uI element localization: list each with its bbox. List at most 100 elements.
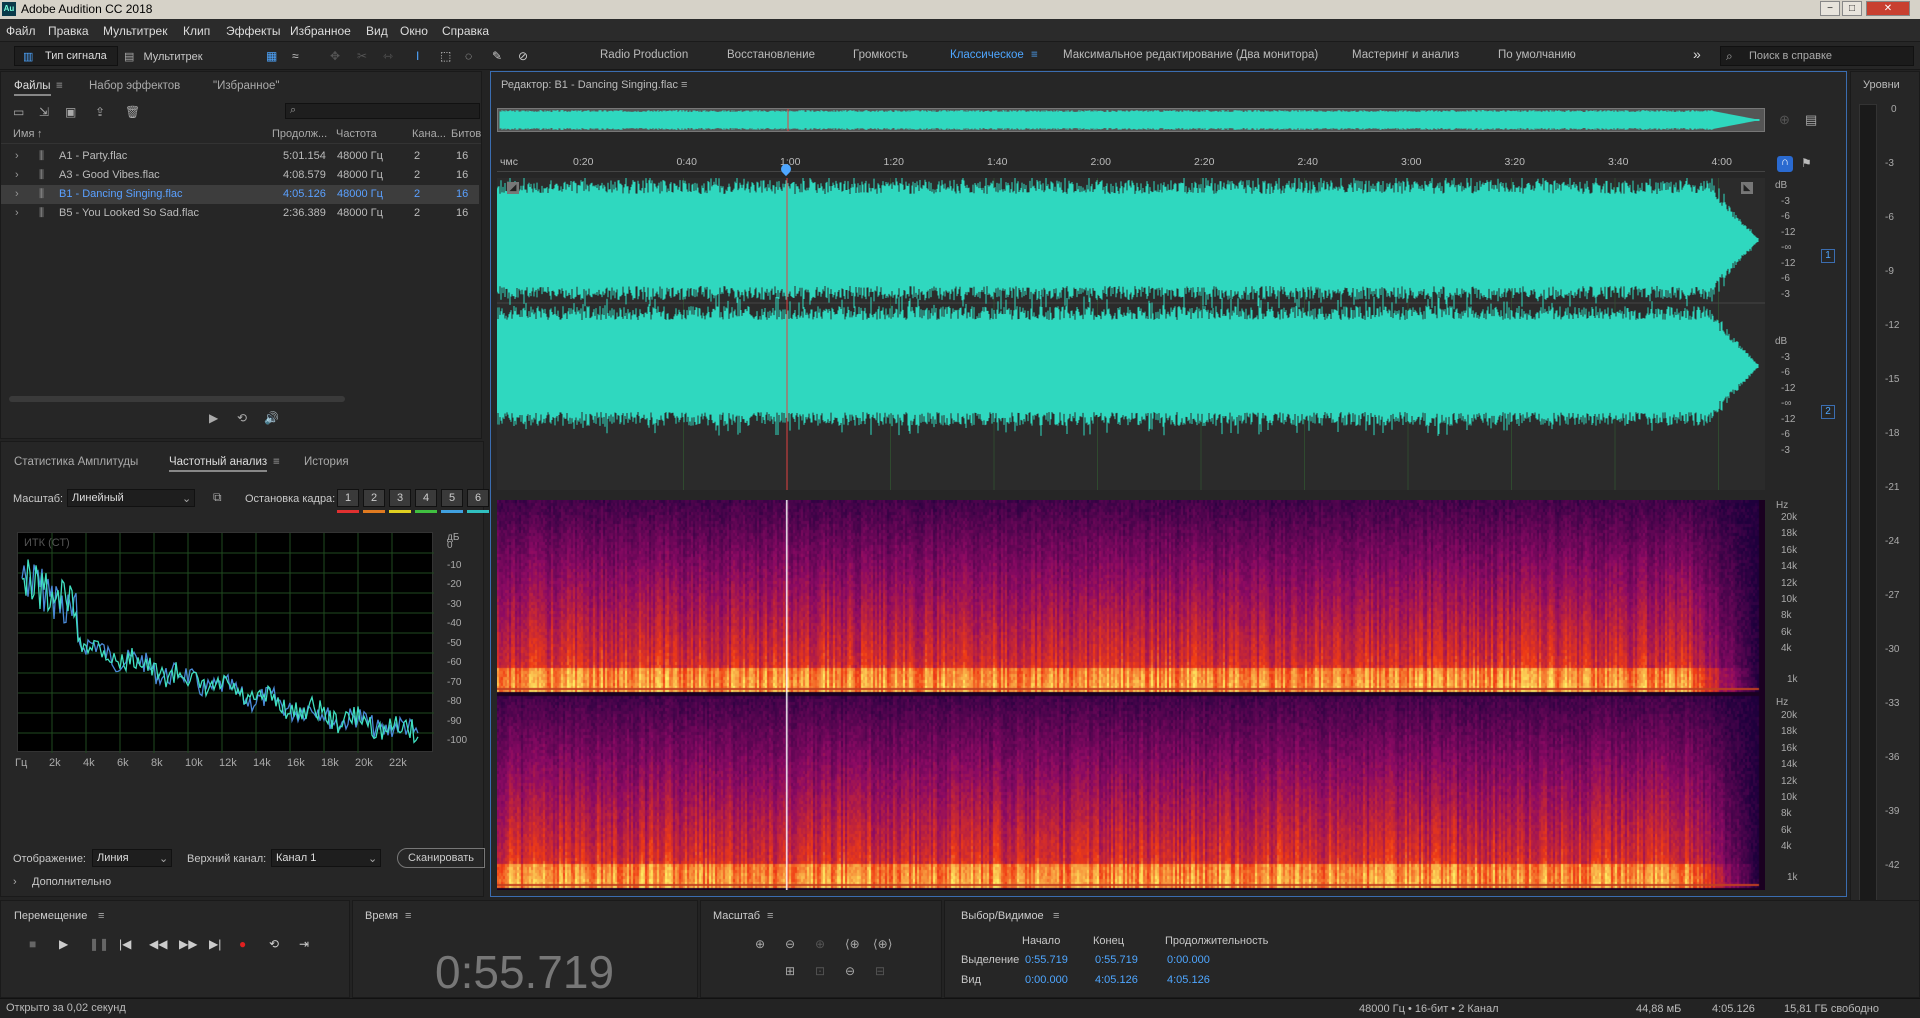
spectral-display[interactable]: [497, 500, 1765, 890]
delete-icon[interactable]: 🗑: [125, 105, 140, 119]
zoom-out-full-icon[interactable]: ⊖: [845, 964, 855, 978]
channel-1-toggle[interactable]: 1: [1821, 249, 1835, 263]
slip-tool-icon[interactable]: ⇿: [383, 49, 393, 63]
menu-edit[interactable]: Правка: [48, 24, 89, 38]
go-to-start-button[interactable]: |◀: [119, 937, 131, 951]
freeze-frame-button-4[interactable]: 4: [415, 489, 437, 507]
waveform-display[interactable]: ◢ ◣: [497, 178, 1765, 490]
tab-effects-presets[interactable]: Набор эффектов: [89, 80, 180, 92]
spectral-display-icon[interactable]: ▦: [266, 49, 277, 63]
chevron-right-icon[interactable]: ›: [13, 876, 17, 888]
workspace-classic[interactable]: Классическое: [950, 49, 1024, 61]
menu-clip[interactable]: Клип: [183, 24, 210, 38]
close-button[interactable]: ✕: [1866, 1, 1910, 16]
selection-end[interactable]: 0:55.719: [1095, 954, 1138, 966]
time-display[interactable]: 0:55.719: [435, 945, 614, 999]
more-workspaces-button[interactable]: »: [1693, 46, 1701, 62]
chevron-right-icon[interactable]: ›: [15, 169, 19, 181]
pin-icon[interactable]: ⚑: [1801, 156, 1812, 170]
zoom-in-right-icon[interactable]: ⟨⊕⟩: [873, 937, 892, 951]
skip-selection-button[interactable]: ⇥: [299, 937, 309, 951]
new-file-icon[interactable]: ▣: [65, 105, 76, 119]
move-tool-icon[interactable]: ✥: [330, 49, 340, 63]
view-end[interactable]: 4:05.126: [1095, 974, 1138, 986]
import-icon[interactable]: ⇲: [39, 105, 49, 119]
freq-menu-icon[interactable]: ≡: [273, 456, 280, 468]
col-name[interactable]: Имя: [13, 128, 34, 140]
zoom-selected-channels-icon[interactable]: ⊡: [815, 964, 825, 978]
open-folder-icon[interactable]: ▭: [13, 105, 24, 119]
freeze-frame-button-6[interactable]: 6: [467, 489, 489, 507]
workspace-max-edit[interactable]: Максимальное редактирование (Два монитор…: [1063, 49, 1318, 61]
file-row[interactable]: › ⫼ B1 - Dancing Singing.flac 4:05.126 48000…: [1, 185, 479, 204]
overview-bar[interactable]: [497, 108, 1765, 132]
record-button[interactable]: ●: [239, 937, 246, 951]
chevron-right-icon[interactable]: ›: [15, 207, 19, 219]
lasso-tool-icon[interactable]: ◌: [465, 49, 472, 63]
workspace-radio-production[interactable]: Radio Production: [600, 49, 688, 61]
copy-icon[interactable]: ⧉: [213, 490, 222, 505]
fade-in-handle-icon[interactable]: ◢: [507, 182, 519, 194]
file-row[interactable]: › ⫼ B5 - You Looked So Sad.flac 2:36.389 480…: [1, 204, 479, 223]
waveform-view-button[interactable]: ▥ Тип сигнала: [14, 46, 118, 66]
play-button[interactable]: ▶: [59, 937, 68, 951]
zoom-navigator-icon[interactable]: ⊕: [1779, 112, 1790, 128]
razor-tool-icon[interactable]: ✂: [357, 49, 367, 63]
tab-files[interactable]: Файлы: [14, 80, 51, 96]
display-select[interactable]: Линия ⌄: [92, 849, 172, 867]
col-rate[interactable]: Частота: [336, 128, 377, 140]
loop-preview-icon[interactable]: ⟲: [237, 411, 247, 425]
pause-button[interactable]: ❚❚: [89, 937, 109, 951]
freeze-frame-button-2[interactable]: 2: [363, 489, 385, 507]
advanced-toggle[interactable]: Дополнительно: [32, 876, 111, 888]
tab-frequency-analysis[interactable]: Частотный анализ: [169, 456, 268, 472]
multitrack-view-button[interactable]: ▤ Мультитрек: [124, 50, 203, 63]
file-row[interactable]: › ⫼ A3 - Good Vibes.flac 4:08.579 48000 Гц 2 1…: [1, 166, 479, 185]
autoplay-icon[interactable]: 🔊: [264, 411, 279, 425]
selection-menu-icon[interactable]: ≡: [1053, 910, 1059, 922]
pitch-display-icon[interactable]: ≈: [292, 49, 299, 63]
selection-duration[interactable]: 0:00.000: [1167, 954, 1210, 966]
editor-menu-icon[interactable]: ≡: [681, 79, 687, 91]
scale-select[interactable]: Линейный ⌄: [67, 489, 195, 507]
menu-view[interactable]: Вид: [366, 24, 388, 38]
spot-healing-icon[interactable]: ⊘: [518, 49, 528, 63]
menu-file[interactable]: Файл: [6, 24, 36, 38]
selection-start[interactable]: 0:55.719: [1025, 954, 1068, 966]
file-row[interactable]: › ⫼ A1 - Party.flac 5:01.154 48000 Гц 2 16: [1, 147, 479, 166]
rewind-button[interactable]: ◀◀: [149, 937, 167, 951]
zoom-menu-icon[interactable]: ≡: [767, 910, 773, 922]
col-duration[interactable]: Продолж...: [272, 128, 327, 140]
freeze-frame-button-3[interactable]: 3: [389, 489, 411, 507]
menu-window[interactable]: Окно: [400, 24, 428, 38]
marquee-tool-icon[interactable]: ⬚: [440, 49, 451, 63]
loop-button[interactable]: ⟲: [269, 937, 279, 951]
tab-history[interactable]: История: [304, 456, 349, 468]
play-preview-icon[interactable]: ▶: [209, 411, 218, 425]
col-channels[interactable]: Кана...: [412, 128, 446, 140]
zoom-in-time-icon[interactable]: ⊕: [815, 937, 825, 951]
fade-out-handle-icon[interactable]: ◣: [1741, 182, 1753, 194]
workspace-restoration[interactable]: Восстановление: [727, 49, 815, 61]
help-search-input[interactable]: ⌕ Поиск в справке: [1720, 46, 1914, 66]
zoom-in-amplitude-icon[interactable]: ⊕: [755, 937, 765, 951]
fast-forward-button[interactable]: ▶▶: [179, 937, 197, 951]
freeze-frame-button-5[interactable]: 5: [441, 489, 463, 507]
menu-multitrack[interactable]: Мультитрек: [103, 24, 167, 38]
freeze-frame-button-1[interactable]: 1: [337, 489, 359, 507]
time-ruler[interactable]: чмс 0:20 0:40 1:00 1:20 1:40 2:00 2:20 2:40 3:00…: [497, 154, 1765, 172]
channel-select[interactable]: Канал 1 ⌄: [271, 849, 381, 867]
zoom-to-selection-icon[interactable]: ⊞: [785, 964, 795, 978]
view-start[interactable]: 0:00.000: [1025, 974, 1068, 986]
zoom-out-amplitude-icon[interactable]: ⊖: [785, 937, 795, 951]
menu-favorites[interactable]: Избранное: [290, 24, 351, 38]
scan-button[interactable]: Сканировать: [397, 848, 485, 868]
workspace-mastering[interactable]: Мастеринг и анализ: [1352, 49, 1459, 61]
tab-favorites[interactable]: "Избранное": [213, 80, 279, 92]
workspace-default[interactable]: По умолчанию: [1498, 49, 1576, 61]
zoom-reset-icon[interactable]: ⊟: [875, 964, 885, 978]
menu-help[interactable]: Справка: [442, 24, 489, 38]
headphones-icon[interactable]: ∩: [1777, 156, 1793, 172]
col-bits[interactable]: Битов: [451, 128, 481, 140]
menu-effects[interactable]: Эффекты: [226, 24, 281, 38]
